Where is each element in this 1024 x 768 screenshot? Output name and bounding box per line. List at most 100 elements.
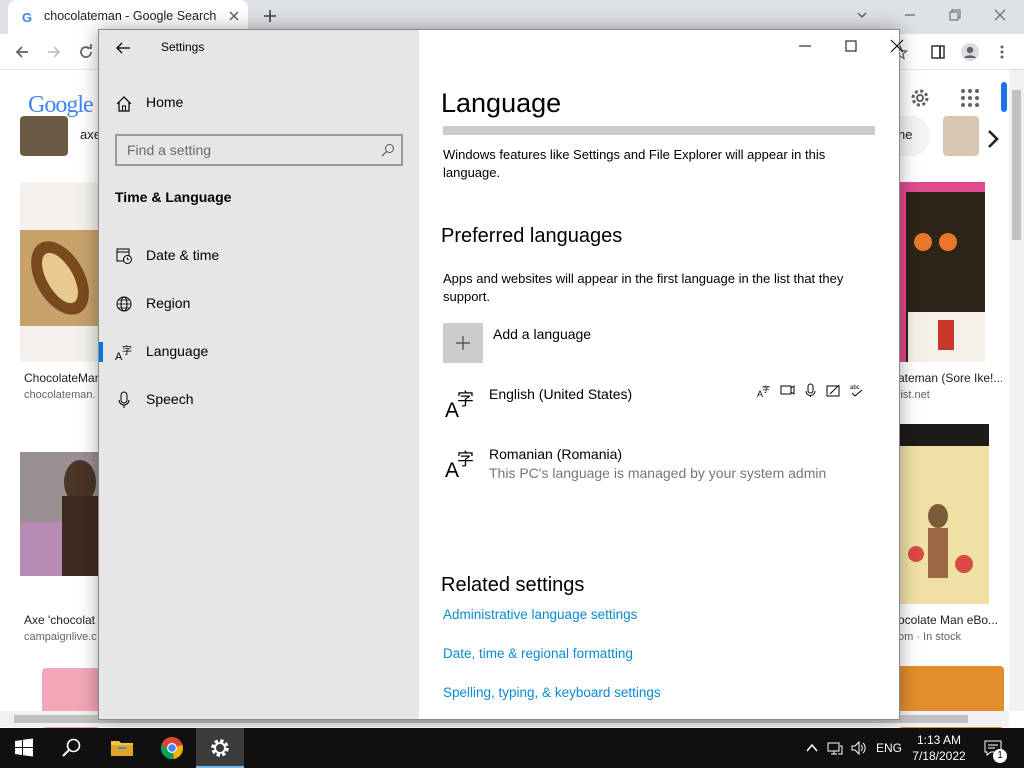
region-globe-icon bbox=[116, 296, 132, 312]
result-image-statue[interactable] bbox=[20, 452, 100, 576]
result-image-book[interactable] bbox=[898, 424, 989, 604]
tab-search-icon[interactable] bbox=[854, 7, 870, 23]
result-source[interactable]: om · In stock bbox=[898, 631, 1002, 643]
nav-date-time[interactable]: Date & time bbox=[99, 236, 419, 276]
date-time-icon bbox=[116, 248, 132, 264]
result-caption[interactable]: ateman (Sore Ike!... bbox=[898, 371, 1002, 385]
result-source[interactable]: campaignlive.c bbox=[24, 631, 100, 643]
admin-language-settings-link[interactable]: Administrative language settings bbox=[443, 607, 637, 622]
window-title: Settings bbox=[161, 40, 205, 54]
nav-label: Speech bbox=[146, 391, 194, 407]
chrome-icon[interactable] bbox=[160, 736, 184, 760]
volume-icon[interactable] bbox=[850, 740, 866, 756]
related-chip-thumb[interactable] bbox=[20, 116, 68, 156]
browser-close-icon[interactable] bbox=[992, 7, 1008, 23]
new-tab-icon[interactable] bbox=[262, 8, 278, 24]
display-language-feature-icon: A字 bbox=[757, 384, 770, 398]
minimize-icon[interactable] bbox=[797, 38, 813, 54]
browser-menu-icon[interactable] bbox=[994, 44, 1010, 60]
chevron-right-icon[interactable] bbox=[982, 128, 1004, 150]
back-arrow-icon[interactable] bbox=[14, 44, 30, 60]
settings-window: Settings Home Find a setting Time & Lang… bbox=[98, 29, 904, 720]
result-caption[interactable]: Axe 'chocolat bbox=[24, 613, 100, 627]
browser-minimize-icon[interactable] bbox=[902, 7, 918, 23]
clock[interactable]: 1:13 AM 7/18/2022 bbox=[908, 732, 970, 764]
google-favicon-icon: G bbox=[22, 10, 33, 25]
taskbar: ENG 1:13 AM 7/18/2022 1 bbox=[0, 728, 1024, 768]
svg-text:字: 字 bbox=[457, 450, 474, 470]
preferred-languages-description: Apps and websites will appear in the fir… bbox=[443, 271, 844, 304]
apps-grid-icon[interactable] bbox=[960, 88, 980, 108]
search-icon[interactable] bbox=[381, 143, 395, 157]
result-caption[interactable]: ocolate Man eBo... bbox=[898, 613, 1002, 627]
svg-text:字: 字 bbox=[122, 344, 132, 357]
reload-icon[interactable] bbox=[78, 44, 94, 60]
page-vertical-scrollbar[interactable] bbox=[1009, 70, 1024, 711]
microphone-icon bbox=[118, 391, 130, 408]
sign-in-button-edge[interactable] bbox=[1001, 82, 1007, 112]
google-logo[interactable]: Google bbox=[28, 92, 94, 119]
maximize-icon[interactable] bbox=[843, 38, 859, 54]
file-explorer-icon[interactable] bbox=[110, 736, 134, 760]
nav-label: Language bbox=[146, 343, 209, 359]
group-title: Time & Language bbox=[115, 189, 232, 205]
result-source[interactable]: chocolateman. bbox=[24, 389, 100, 401]
search-input[interactable]: Find a setting bbox=[115, 134, 403, 166]
page-title: Language bbox=[441, 88, 562, 118]
svg-text:字: 字 bbox=[762, 384, 770, 394]
side-panel-icon[interactable] bbox=[930, 44, 946, 60]
search-icon[interactable] bbox=[60, 736, 84, 760]
language-managed-note: This PC's language is managed by your sy… bbox=[489, 465, 827, 481]
speech-feature-icon bbox=[805, 383, 816, 397]
search-placeholder: Find a setting bbox=[127, 142, 212, 158]
settings-sidebar: Settings Home Find a setting Time & Lang… bbox=[99, 30, 419, 719]
nav-region[interactable]: Region bbox=[99, 284, 419, 324]
language-icon: A字 bbox=[115, 344, 132, 361]
related-chip-right-label[interactable]: ne bbox=[898, 127, 912, 142]
input-language-indicator[interactable]: ENG bbox=[876, 741, 902, 755]
home-icon bbox=[116, 96, 132, 112]
back-arrow-icon[interactable] bbox=[113, 38, 133, 58]
result-image-cocoa[interactable] bbox=[20, 182, 100, 362]
notification-badge: 1 bbox=[993, 749, 1007, 763]
tab-title: chocolateman - Google Search bbox=[44, 9, 217, 23]
nav-home[interactable]: Home bbox=[99, 84, 419, 124]
nav-language[interactable]: A字 Language bbox=[99, 332, 419, 372]
display-language-description: Windows features like Settings and File … bbox=[443, 147, 826, 180]
date-regional-formatting-link[interactable]: Date, time & regional formatting bbox=[443, 646, 633, 661]
browser-restore-icon[interactable] bbox=[947, 7, 963, 23]
network-icon[interactable] bbox=[827, 740, 843, 756]
settings-gear-icon bbox=[211, 739, 229, 757]
window-controls bbox=[759, 30, 904, 62]
clock-time: 1:13 AM bbox=[916, 733, 962, 747]
windows-start-icon[interactable] bbox=[12, 736, 36, 760]
related-settings-heading: Related settings bbox=[441, 574, 585, 596]
nav-label: Date & time bbox=[146, 247, 220, 263]
taskbar-settings-active[interactable] bbox=[196, 728, 244, 768]
add-language-label[interactable]: Add a language bbox=[493, 326, 591, 342]
svg-text:字: 字 bbox=[457, 390, 474, 410]
close-icon[interactable] bbox=[889, 38, 905, 54]
related-chip-thumb-right[interactable] bbox=[943, 116, 979, 156]
windows-display-language-dropdown[interactable] bbox=[443, 126, 875, 135]
chevron-up-icon[interactable] bbox=[804, 740, 820, 756]
vertical-scroll-thumb[interactable] bbox=[1012, 90, 1021, 240]
nav-speech[interactable]: Speech bbox=[99, 380, 419, 420]
spell-check-feature-icon: abc bbox=[850, 385, 863, 397]
forward-arrow-icon[interactable] bbox=[46, 44, 62, 60]
settings-content: Language Windows features like Settings … bbox=[419, 30, 904, 719]
result-image-cartoon[interactable] bbox=[898, 182, 985, 362]
selected-indicator bbox=[99, 342, 103, 362]
svg-text:abc: abc bbox=[850, 385, 860, 391]
result-source[interactable]: list.net bbox=[898, 389, 1002, 401]
language-icon: A字 bbox=[445, 450, 474, 479]
clock-date: 7/18/2022 bbox=[912, 749, 966, 763]
spelling-typing-keyboard-link[interactable]: Spelling, typing, & keyboard settings bbox=[443, 685, 661, 700]
add-language-button[interactable] bbox=[443, 323, 483, 363]
gear-icon[interactable] bbox=[908, 86, 932, 110]
language-icon: A字 bbox=[445, 390, 474, 419]
result-caption[interactable]: ChocolateMan bbox=[24, 371, 100, 385]
profile-avatar-icon[interactable] bbox=[960, 42, 980, 62]
tab-close-icon[interactable] bbox=[226, 8, 242, 24]
nav-label: Region bbox=[146, 295, 191, 311]
